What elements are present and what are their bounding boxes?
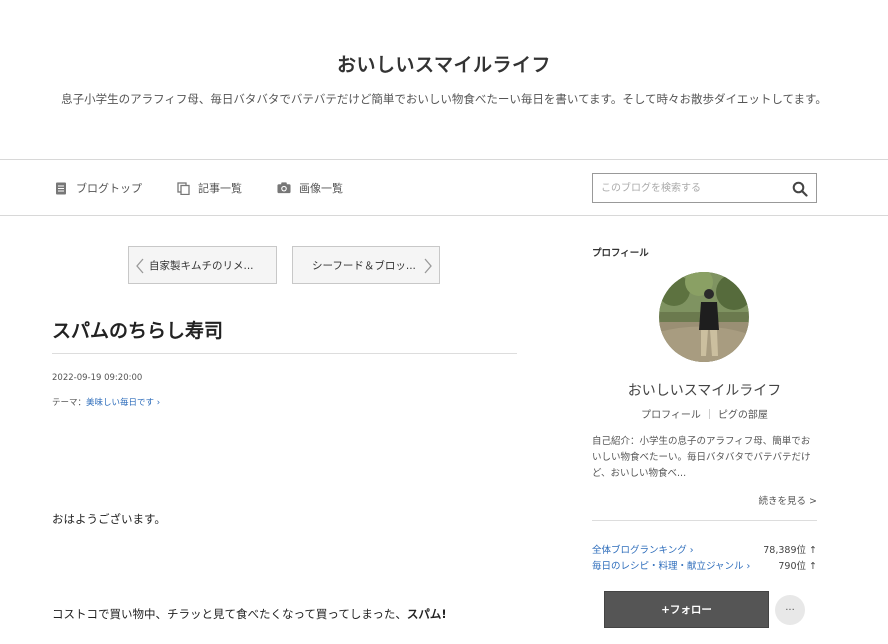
read-more-link[interactable]: 続きを見る > [759,493,817,507]
pig-room-link[interactable]: ピグの部屋 [718,410,768,421]
blog-title[interactable]: おいしいスマイルライフ [0,0,888,77]
ranking-link-overall[interactable]: 全体ブログランキング › [592,542,694,556]
article-theme: テーマ：美味しい毎日です › [52,396,160,408]
document-icon [54,181,68,195]
avatar[interactable] [659,272,749,362]
paragraph-text: コストコで買い物中、チラッと見て食べたくなって買ってしまった、 [52,607,407,621]
next-article-label: シーフード＆ブロッ... [312,259,416,272]
nav-article-list[interactable]: 記事一覧 [176,180,242,196]
nav-blog-top-label: ブログトップ [76,182,142,195]
blog-description: 息子小学生のアラフィフ母、毎日バタバタでバテバテだけど簡単でおいしい物食べたーい… [61,92,827,106]
next-article-button[interactable]: シーフード＆ブロッ... [292,246,440,284]
more-options-button[interactable]: ··· [775,595,805,625]
divider [52,353,517,354]
nav-image-list[interactable]: 画像一覧 [277,180,343,196]
blog-search [592,173,817,203]
article-title: スパムのちらし寿司 [52,320,224,342]
ranking-link-genre[interactable]: 毎日のレシピ・料理・献立ジャンル › [592,558,750,572]
prev-article-button[interactable]: 自家製キムチのリメ... [128,246,277,284]
prev-article-label: 自家製キムチのリメ... [149,259,254,272]
profile-name[interactable]: おいしいスマイルライフ [592,380,817,400]
profile-links: プロフィール ピグの部屋 [592,406,817,421]
search-input[interactable] [593,174,783,202]
post-date: 2022-09-19 09:20:00 [52,373,143,383]
copy-icon [176,181,190,195]
ranking-value: 78,389位 ↑ [763,545,817,556]
chevron-right-icon [423,258,433,274]
nav-article-list-label: 記事一覧 [198,182,242,195]
divider [592,520,817,521]
nav-image-list-label: 画像一覧 [299,182,343,195]
divider [708,409,710,419]
theme-prefix: テーマ： [52,398,87,408]
article-paragraph: おはようございます。 [52,512,166,526]
paragraph-bold-text: スパム! [406,607,447,621]
ranking-value: 790位 ↑ [778,561,817,572]
chevron-right-icon: › [154,398,161,408]
profile-link[interactable]: プロフィール [641,410,701,421]
ranking-row: 全体ブログランキング › 78,389位 ↑ [592,542,817,556]
blog-header: おいしいスマイルライフ 息子小学生のアラフィフ母、毎日バタバタでバテバテだけど簡… [0,0,888,160]
profile-heading: プロフィール [592,248,649,259]
article-paragraph: コストコで買い物中、チラッと見て食べたくなって買ってしまった、スパム! [52,606,447,622]
search-icon[interactable] [792,181,808,197]
ranking-row: 毎日のレシピ・料理・献立ジャンル › 790位 ↑ [592,558,817,572]
camera-icon [277,181,291,195]
theme-link[interactable]: 美味しい毎日です [86,398,154,408]
follow-button[interactable]: +フォロー [604,591,769,628]
profile-intro: 自己紹介：小学生の息子のアラフィフ母、簡単でおいしい物食べたーい。毎日バタバタで… [592,436,811,479]
blog-navbar: ブログトップ 記事一覧 画像一覧 [0,160,888,216]
nav-blog-top[interactable]: ブログトップ [54,180,142,196]
chevron-left-icon [135,258,145,274]
